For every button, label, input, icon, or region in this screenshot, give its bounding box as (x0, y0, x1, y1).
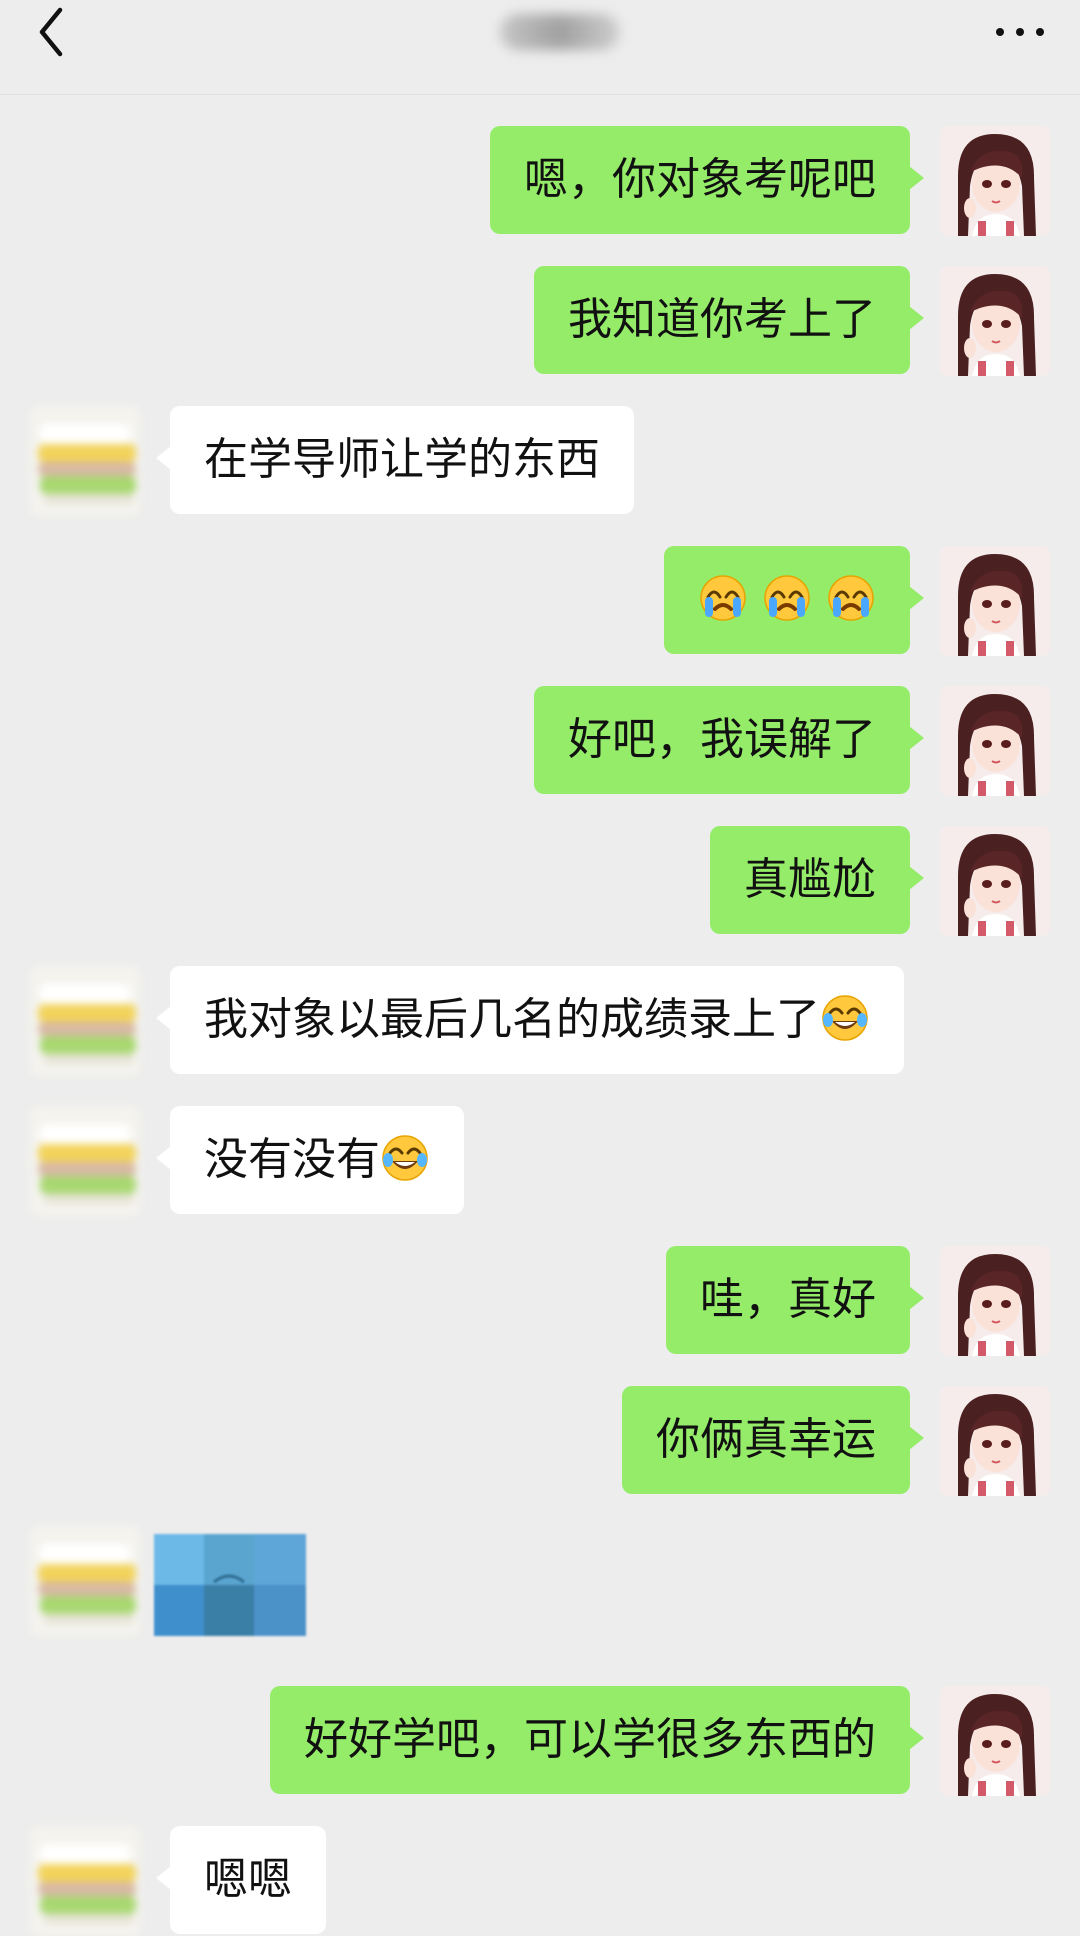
outgoing-bubble[interactable]: 好吧，我误解了 (534, 686, 924, 794)
message-row: 没有没有 (0, 1106, 1080, 1216)
message-text: 我对象以最后几名的成绩录上了 (204, 994, 820, 1045)
incoming-bubble[interactable]: 没有没有 (156, 1106, 464, 1214)
message-text: 好吧，我误解了 (568, 714, 876, 765)
contact-avatar[interactable] (30, 1526, 140, 1636)
message-row (0, 1526, 1080, 1636)
message-row: 在学导师让学的东西 (0, 406, 1080, 516)
my-avatar[interactable] (940, 126, 1050, 236)
outgoing-bubble[interactable]: 真尴尬 (710, 826, 924, 934)
tears-of-joy-emoji-icon (821, 994, 869, 1042)
crying-face-emoji-icon (827, 574, 875, 622)
message-text: 哇，真好 (700, 1274, 876, 1325)
my-avatar[interactable] (940, 546, 1050, 656)
contact-avatar[interactable] (30, 406, 140, 516)
my-avatar[interactable] (940, 686, 1050, 796)
image-message[interactable] (154, 1534, 306, 1636)
outgoing-bubble[interactable]: 我知道你考上了 (534, 266, 924, 374)
message-row: 真尴尬 (0, 826, 1080, 936)
message-text: 没有没有 (204, 1134, 380, 1185)
incoming-bubble[interactable]: 嗯嗯 (156, 1826, 326, 1934)
message-list[interactable]: 嗯，你对象考呢吧 我知道你考上了 在学导师让学的东西 好吧，我误解了 真尴尬 我… (0, 94, 1080, 1936)
message-text: 我知道你考上了 (568, 294, 876, 345)
message-row: 我知道你考上了 (0, 266, 1080, 376)
outgoing-bubble[interactable]: 好好学吧，可以学很多东西的 (270, 1686, 924, 1794)
message-row: 你俩真幸运 (0, 1386, 1080, 1496)
message-text: 嗯，你对象考呢吧 (524, 154, 876, 205)
crying-face-emoji-icon (699, 574, 747, 622)
message-text: 真尴尬 (744, 854, 876, 905)
contact-avatar[interactable] (30, 1106, 140, 1216)
incoming-bubble[interactable]: 我对象以最后几名的成绩录上了 (156, 966, 904, 1074)
my-avatar[interactable] (940, 1686, 1050, 1796)
my-avatar[interactable] (940, 1246, 1050, 1356)
message-row: 嗯，你对象考呢吧 (0, 126, 1080, 236)
my-avatar[interactable] (940, 826, 1050, 936)
message-text: 在学导师让学的东西 (204, 434, 600, 485)
crying-face-emoji-icon (763, 574, 811, 622)
message-text: 你俩真幸运 (656, 1414, 876, 1465)
incoming-bubble[interactable]: 在学导师让学的东西 (156, 406, 634, 514)
chevron-left-icon[interactable] (30, 2, 74, 62)
my-avatar[interactable] (940, 1386, 1050, 1496)
contact-avatar[interactable] (30, 966, 140, 1076)
outgoing-bubble[interactable]: 哇，真好 (666, 1246, 924, 1354)
message-row (0, 546, 1080, 656)
message-text: 嗯嗯 (204, 1854, 292, 1905)
message-row: 好吧，我误解了 (0, 686, 1080, 796)
tears-of-joy-emoji-icon (381, 1134, 429, 1182)
chat-header (0, 0, 1080, 95)
outgoing-bubble[interactable]: 嗯，你对象考呢吧 (490, 126, 924, 234)
more-horizontal-icon[interactable] (990, 12, 1050, 52)
message-row: 哇，真好 (0, 1246, 1080, 1356)
message-row: 我对象以最后几名的成绩录上了 (0, 966, 1080, 1076)
message-row: 好好学吧，可以学很多东西的 (0, 1686, 1080, 1796)
message-text: 好好学吧，可以学很多东西的 (304, 1714, 876, 1765)
outgoing-bubble[interactable] (664, 546, 924, 654)
my-avatar[interactable] (940, 266, 1050, 376)
blurred-contact-name[interactable] (500, 14, 620, 50)
outgoing-bubble[interactable]: 你俩真幸运 (622, 1386, 924, 1494)
